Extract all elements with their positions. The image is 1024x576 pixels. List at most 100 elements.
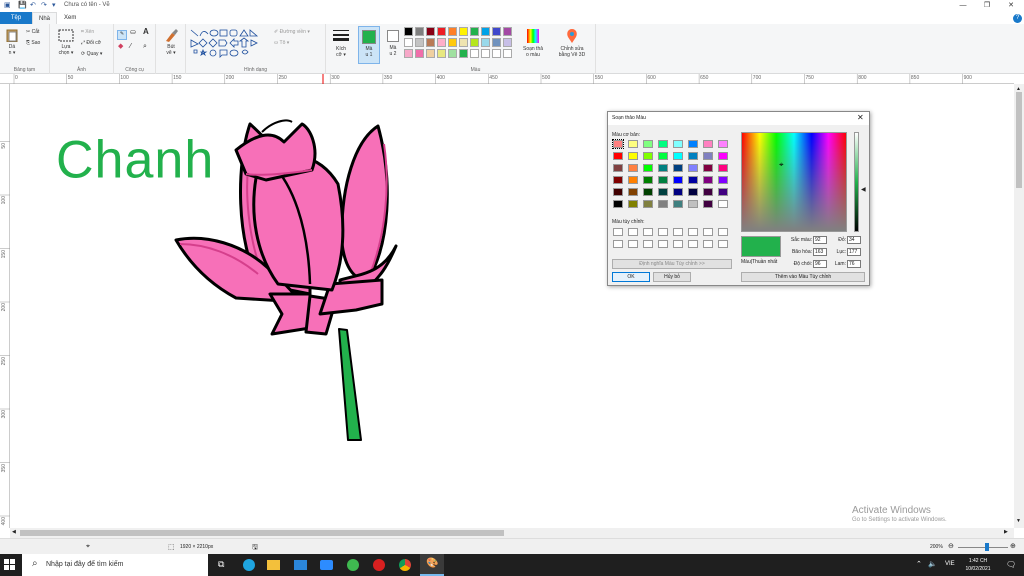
basic-color-swatch[interactable] [703, 140, 713, 148]
cancel-button[interactable]: Hủy bỏ [653, 272, 691, 282]
basic-color-swatch[interactable] [718, 200, 728, 208]
save-icon[interactable]: 💾 [18, 1, 27, 9]
basic-color-swatch[interactable] [688, 152, 698, 160]
basic-color-swatch[interactable] [673, 140, 683, 148]
basic-color-swatch[interactable] [643, 200, 653, 208]
define-custom-colors-button[interactable]: Định nghĩa Màu Tùy chỉnh >> [612, 259, 732, 269]
color2-button[interactable]: Mà u 2 [382, 26, 404, 64]
basic-color-swatch[interactable] [658, 188, 668, 196]
volume-icon[interactable]: 🔈 [928, 560, 937, 568]
palette-swatch[interactable] [404, 49, 413, 58]
fill-button[interactable]: ⛀ Tô ▾ [274, 40, 289, 46]
palette-swatch[interactable] [448, 27, 457, 36]
palette-swatch[interactable] [437, 49, 446, 58]
basic-color-swatch[interactable] [658, 152, 668, 160]
basic-color-swatch[interactable] [613, 164, 623, 172]
palette-swatch[interactable] [415, 27, 424, 36]
custom-color-swatch[interactable] [703, 240, 713, 248]
hue-field[interactable]: 92 [813, 236, 827, 244]
zoom-app-icon[interactable] [320, 560, 333, 570]
text-tool-icon[interactable]: A [143, 28, 149, 36]
notifications-icon[interactable]: 🗨 [1006, 560, 1016, 569]
palette-swatch[interactable] [492, 27, 501, 36]
edit-colors-button[interactable]: Soạn thả o màu [518, 28, 548, 58]
tray-chevron-icon[interactable]: ⌃ [916, 560, 922, 568]
custom-color-swatch[interactable] [703, 228, 713, 236]
palette-swatch[interactable] [481, 38, 490, 47]
chrome-browser-icon[interactable] [399, 559, 411, 571]
palette-swatch[interactable] [426, 49, 435, 58]
palette-swatch[interactable] [470, 49, 479, 58]
basic-color-swatch[interactable] [718, 188, 728, 196]
basic-color-swatch[interactable] [718, 164, 728, 172]
input-language[interactable]: VIE [945, 561, 955, 567]
horizontal-scroll-thumb[interactable] [20, 530, 504, 536]
basic-color-swatch[interactable] [613, 152, 623, 160]
basic-color-swatch[interactable] [658, 140, 668, 148]
basic-color-swatch[interactable] [628, 140, 638, 148]
luminance-slider[interactable] [854, 132, 859, 232]
palette-swatch[interactable] [404, 27, 413, 36]
zoom-slider-thumb[interactable] [985, 543, 989, 551]
basic-color-swatch[interactable] [643, 176, 653, 184]
mail-icon[interactable] [294, 560, 307, 570]
basic-color-swatch[interactable] [673, 164, 683, 172]
palette-swatch[interactable] [448, 49, 457, 58]
maximize-button[interactable]: ❐ [976, 0, 998, 12]
palette-swatch[interactable] [503, 38, 512, 47]
basic-color-swatch[interactable] [613, 176, 623, 184]
basic-color-swatch[interactable] [628, 176, 638, 184]
custom-color-swatch[interactable] [658, 228, 668, 236]
add-to-custom-colors-button[interactable]: Thêm vào Màu Tùy chỉnh [741, 272, 865, 282]
palette-swatch[interactable] [426, 27, 435, 36]
basic-color-swatch[interactable] [703, 152, 713, 160]
taskbar-search-box[interactable]: ⌕ Nhập tại đây để tìm kiếm [22, 554, 208, 576]
custom-color-swatch[interactable] [718, 228, 728, 236]
basic-color-swatch[interactable] [612, 139, 624, 149]
tab-file[interactable]: Tệp [0, 12, 32, 24]
magnifier-icon[interactable]: ⌕ [143, 43, 147, 50]
palette-swatch[interactable] [415, 49, 424, 58]
palette-swatch[interactable] [404, 38, 413, 47]
palette-swatch[interactable] [437, 27, 446, 36]
basic-color-swatch[interactable] [628, 152, 638, 160]
scroll-right-icon[interactable]: ▶ [1004, 529, 1008, 535]
palette-swatch[interactable] [503, 27, 512, 36]
palette-swatch[interactable] [459, 49, 468, 58]
custom-color-swatch[interactable] [688, 228, 698, 236]
crop-button[interactable]: ⌗ Xén [81, 29, 94, 35]
basic-color-swatch[interactable] [658, 200, 668, 208]
custom-color-swatch[interactable] [688, 240, 698, 248]
custom-color-swatch[interactable] [673, 228, 683, 236]
palette-swatch[interactable] [426, 38, 435, 47]
custom-color-swatch[interactable] [673, 240, 683, 248]
basic-color-swatch[interactable] [703, 164, 713, 172]
zoom-out-button[interactable]: ⊖ [948, 542, 954, 550]
custom-color-swatch[interactable] [613, 240, 623, 248]
basic-color-swatch[interactable] [643, 152, 653, 160]
green-field[interactable]: 177 [847, 248, 861, 256]
color1-button[interactable]: Mà u 1 [358, 26, 380, 64]
edge-browser-icon[interactable] [243, 559, 255, 571]
basic-color-swatch[interactable] [718, 152, 728, 160]
size-button[interactable]: Kích cỡ ▾ [330, 28, 352, 58]
basic-color-swatch[interactable] [658, 176, 668, 184]
paint3d-button[interactable]: Chỉnh sửa bằng Vẽ 3D [554, 28, 590, 58]
cut-button[interactable]: ✂ Cắt [26, 29, 39, 35]
basic-color-swatch[interactable] [628, 164, 638, 172]
sat-field[interactable]: 163 [813, 248, 827, 256]
vertical-scrollbar[interactable]: ▲ ▼ [1014, 84, 1024, 528]
copy-button[interactable]: ⎘ Sao [26, 40, 40, 46]
custom-color-swatch[interactable] [628, 240, 638, 248]
basic-color-swatch[interactable] [658, 164, 668, 172]
basic-color-swatch[interactable] [718, 176, 728, 184]
custom-color-swatch[interactable] [658, 240, 668, 248]
palette-swatch[interactable] [470, 27, 479, 36]
horizontal-scrollbar[interactable]: ◀ ▶ [10, 528, 1014, 538]
ok-button[interactable]: OK [612, 272, 650, 282]
vertical-scroll-thumb[interactable] [1016, 92, 1022, 188]
resize-button[interactable]: ⤢ Đổi cỡ [81, 40, 101, 46]
basic-color-swatch[interactable] [643, 188, 653, 196]
start-windows-icon[interactable] [4, 559, 16, 571]
task-view-icon[interactable]: ⧉ [218, 559, 224, 570]
